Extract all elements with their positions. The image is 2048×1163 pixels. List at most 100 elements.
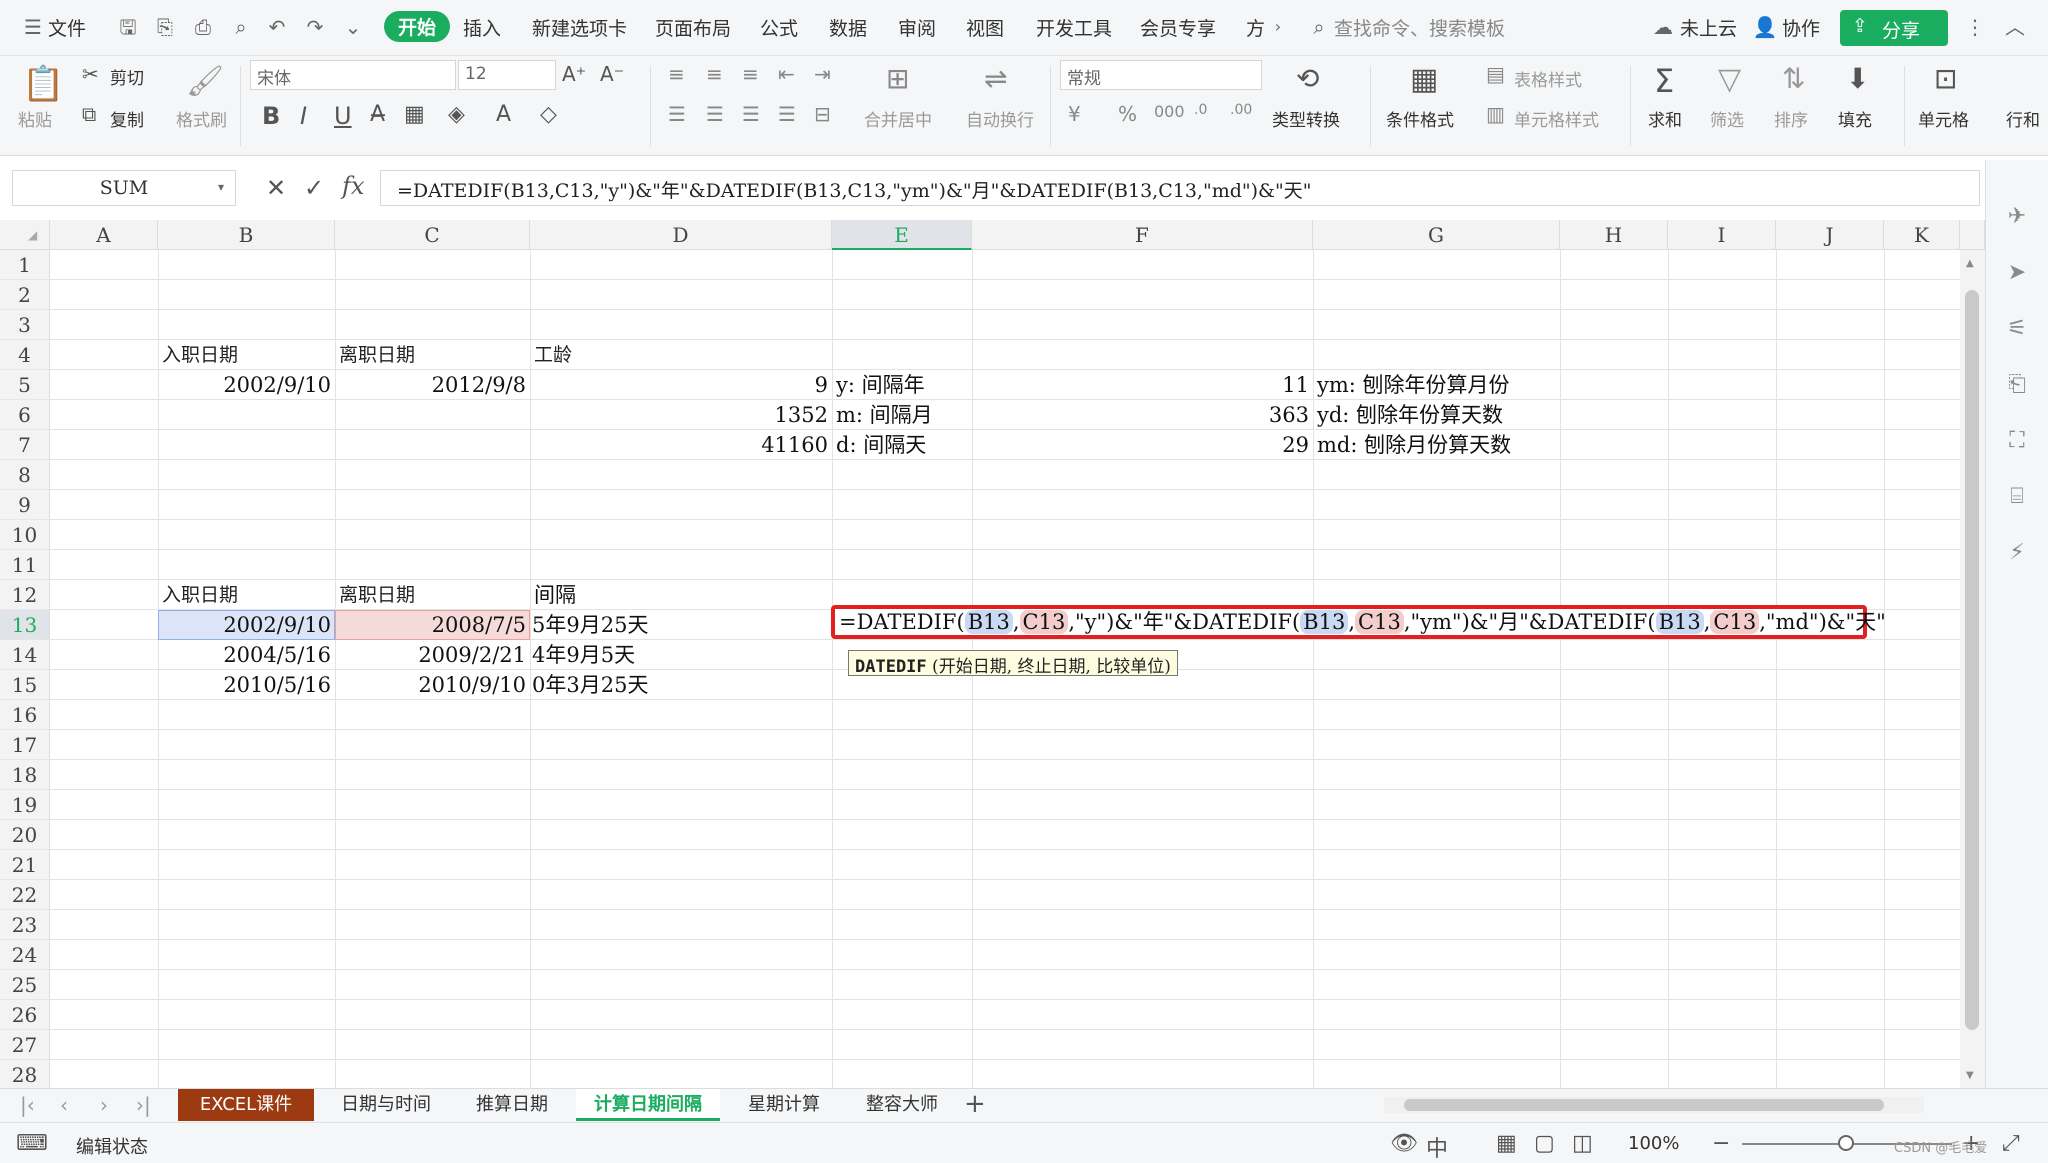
tab-new[interactable]: 新建选项卡 [532,14,627,41]
row-header-8[interactable]: 8 [0,460,50,490]
cell-c4[interactable]: 离职日期 [339,340,415,370]
cell-style-button[interactable]: 单元格样式 [1514,106,1599,131]
strikethrough-icon[interactable]: A̶ [370,102,385,127]
merge-center-icon[interactable]: ⊞ [886,62,909,95]
cell-c5[interactable]: 2012/9/8 [335,370,526,400]
italic-icon[interactable]: I [300,102,307,130]
thousands-icon[interactable]: 000 [1154,102,1185,121]
formula-input[interactable]: =DATEDIF(B13,C13,"y")&"年"&DATEDIF(B13,C1… [380,170,1980,206]
cell-b12[interactable]: 入职日期 [162,580,238,610]
align-top-icon[interactable]: ≡ [668,62,685,86]
align-bottom-icon[interactable]: ≡ [742,62,759,86]
cell-c14[interactable]: 2009/2/21 [335,640,526,670]
decrease-decimal-icon[interactable]: .00 [1230,102,1252,118]
scissors-icon[interactable]: ✂ [82,62,99,86]
cell-b5[interactable]: 2002/9/10 [158,370,331,400]
sum-button[interactable]: 求和 [1648,106,1682,131]
zoom-level[interactable]: 100% [1628,1133,1679,1154]
row-header-12[interactable]: 12 [0,580,50,610]
clipboard-icon[interactable]: ⎗ [2004,372,2030,398]
font-size-select[interactable]: 12 [458,60,556,90]
cell-e7[interactable]: d: 间隔天 [836,430,926,460]
redo-icon[interactable]: ↷ [302,14,328,40]
cancel-icon[interactable]: ✕ [266,174,286,202]
row-header-2[interactable]: 2 [0,280,50,310]
decrease-font-icon[interactable]: A⁻ [600,62,624,86]
tab-review[interactable]: 审阅 [898,14,936,41]
hamburger-icon[interactable]: ☰ [20,14,46,40]
more-icon[interactable]: ⋮ [1962,14,1988,40]
cell-d14[interactable]: 4年9月5天 [532,640,635,670]
name-box-dropdown-icon[interactable]: ▾ [218,180,224,194]
cell-b14[interactable]: 2004/5/16 [158,640,331,670]
fill-button[interactable]: 填充 [1838,106,1872,131]
column-header-f[interactable]: F [972,220,1313,250]
row-header-22[interactable]: 22 [0,880,50,910]
font-color-icon[interactable]: A [496,102,511,127]
macro-icon[interactable]: ⌨ [16,1131,48,1156]
row-col-button[interactable]: 行和 [2006,106,2040,131]
collapse-ribbon-icon[interactable]: ︿ [2002,14,2028,40]
print-icon[interactable]: ⎙ [190,14,216,40]
tab-view[interactable]: 视图 [966,14,1004,41]
format-painter-button[interactable]: 格式刷 [176,106,227,131]
search-input[interactable]: 查找命令、搜索模板 [1334,14,1505,41]
underline-icon[interactable]: U [334,102,352,130]
next-sheet-icon[interactable]: › [100,1093,108,1117]
fullscreen-icon[interactable]: ⤢ [2002,1131,2020,1156]
column-header-i[interactable]: I [1668,220,1776,250]
column-header-a[interactable]: A [50,220,158,250]
copy-button[interactable]: 复制 [110,106,144,131]
sheet-tab-excel-course[interactable]: EXCEL课件 [178,1089,314,1121]
fill-icon[interactable]: ⬇ [1846,62,1869,95]
cell-b4[interactable]: 入职日期 [162,340,238,370]
row-header-20[interactable]: 20 [0,820,50,850]
row-header-19[interactable]: 19 [0,790,50,820]
select-all-corner[interactable]: ◢ [0,220,50,250]
cell-g6[interactable]: yd: 刨除年份算天数 [1317,400,1503,430]
sliders-icon[interactable]: ⚟ [2004,316,2030,342]
table-style-button[interactable]: 表格样式 [1514,66,1582,91]
align-right-icon[interactable]: ☰ [742,102,760,126]
tab-more[interactable]: 方 [1246,14,1265,41]
horizontal-scrollbar[interactable] [1384,1097,1924,1113]
row-header-26[interactable]: 26 [0,1000,50,1030]
wrap-text-button[interactable]: 自动换行 [966,106,1034,131]
zoom-out-icon[interactable]: − [1712,1131,1730,1156]
cell-g5[interactable]: ym: 刨除年份算月份 [1317,370,1510,400]
rocket-icon[interactable]: ✈ [2004,204,2030,230]
column-header-h[interactable]: H [1560,220,1668,250]
cell-d13[interactable]: 5年9月25天 [532,610,648,640]
page-break-view-icon[interactable]: ◫ [1572,1131,1593,1156]
cond-format-icon[interactable]: ▦ [1410,62,1438,97]
row-header-17[interactable]: 17 [0,730,50,760]
row-header-27[interactable]: 27 [0,1030,50,1060]
cell-e6[interactable]: m: 间隔月 [836,400,933,430]
scrollbar-thumb[interactable] [1965,290,1979,1030]
tab-insert[interactable]: 插入 [463,14,501,41]
cloud-icon[interactable]: ☁ [1650,14,1676,40]
column-header-g[interactable]: G [1313,220,1560,250]
tab-developer[interactable]: 开发工具 [1036,14,1112,41]
font-name-select[interactable]: 宋体 [250,60,456,90]
cell-d6[interactable]: 1352 [530,400,828,430]
cell-editor-e13[interactable]: =DATEDIF(B13, C13 ,"y")&"年"&DATEDIF(B13, C1… [831,605,1886,639]
row-header-23[interactable]: 23 [0,910,50,940]
cell-d7[interactable]: 41160 [530,430,828,460]
row-header-7[interactable]: 7 [0,430,50,460]
pointer-icon[interactable]: ➤ [2004,260,2030,286]
copy-icon[interactable]: ⧉ [82,102,96,126]
cell-f5[interactable]: 11 [972,370,1309,400]
vertical-scrollbar[interactable]: ▲ ▼ [1960,250,1985,1088]
zoom-slider-handle[interactable] [1838,1135,1854,1151]
lightning-icon[interactable]: ⚡ [2004,540,2030,566]
name-box[interactable]: SUM [12,170,236,206]
preview-icon[interactable]: ⌕ [228,14,254,40]
cond-format-button[interactable]: 条件格式 [1386,106,1454,131]
export-icon[interactable]: ⎘ [152,14,178,40]
increase-font-icon[interactable]: A⁺ [562,62,586,86]
row-header-6[interactable]: 6 [0,400,50,430]
sum-icon[interactable]: Σ [1654,62,1674,100]
indent-decrease-icon[interactable]: ⇤ [778,62,795,86]
bold-icon[interactable]: B [262,102,280,130]
